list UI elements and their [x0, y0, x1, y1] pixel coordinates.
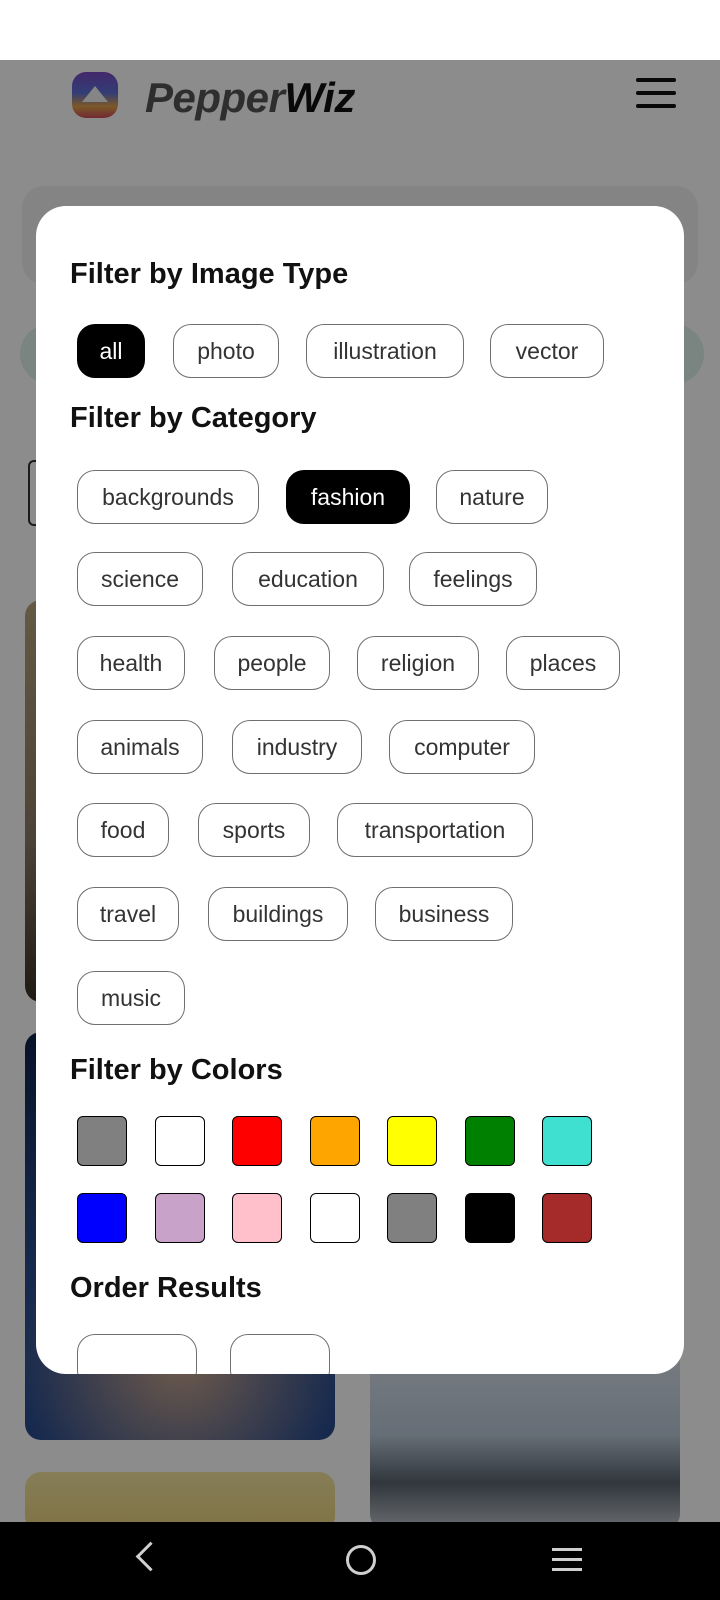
chip-category-nature[interactable]: nature [436, 470, 548, 524]
color-swatch[interactable] [232, 1116, 282, 1166]
chip-category-places[interactable]: places [506, 636, 620, 690]
color-swatch[interactable] [154, 1193, 205, 1243]
chip-category-transportation[interactable]: transportation [337, 803, 533, 857]
chip-category-travel[interactable]: travel [77, 887, 179, 941]
color-swatch[interactable] [464, 1193, 515, 1243]
chip-image-type-photo[interactable]: photo [173, 324, 279, 378]
back-icon[interactable] [135, 1541, 166, 1572]
color-swatch[interactable] [464, 1116, 515, 1166]
chip-category-food[interactable]: food [77, 803, 169, 857]
color-swatch[interactable] [77, 1116, 127, 1166]
chip-category-music[interactable]: music [77, 971, 185, 1025]
system-navigation-bar [0, 1522, 720, 1600]
color-swatch[interactable] [77, 1193, 127, 1243]
filter-modal: Filter by Image Type all photo illustrat… [36, 206, 684, 1374]
status-bar [0, 0, 720, 60]
category-title: Filter by Category [70, 402, 317, 434]
colors-title: Filter by Colors [70, 1054, 283, 1086]
chip-category-business[interactable]: business [375, 887, 513, 941]
color-swatch[interactable] [387, 1193, 437, 1243]
color-swatch[interactable] [309, 1116, 360, 1166]
chip-image-type-illustration[interactable]: illustration [306, 324, 464, 378]
chip-category-health[interactable]: health [77, 636, 185, 690]
chip-category-education[interactable]: education [232, 552, 384, 606]
chip-category-religion[interactable]: religion [357, 636, 479, 690]
chip-category-computer[interactable]: computer [389, 720, 535, 774]
color-swatch[interactable] [542, 1116, 592, 1166]
chip-category-backgrounds[interactable]: backgrounds [77, 470, 259, 524]
chip-category-industry[interactable]: industry [232, 720, 362, 774]
order-title: Order Results [70, 1272, 262, 1304]
chip-image-type-vector[interactable]: vector [490, 324, 604, 378]
color-swatch[interactable] [542, 1193, 592, 1243]
chip-category-sports[interactable]: sports [198, 803, 310, 857]
recent-apps-icon[interactable] [552, 1548, 582, 1578]
chip-category-people[interactable]: people [214, 636, 330, 690]
chip-category-buildings[interactable]: buildings [208, 887, 348, 941]
chip-image-type-all[interactable]: all [77, 324, 145, 378]
order-option-chip[interactable] [77, 1334, 197, 1374]
color-swatch[interactable] [232, 1193, 282, 1243]
home-icon[interactable] [346, 1545, 376, 1575]
order-option-chip[interactable] [230, 1334, 330, 1374]
color-swatch[interactable] [387, 1116, 437, 1166]
color-swatch[interactable] [154, 1116, 205, 1166]
chip-category-animals[interactable]: animals [77, 720, 203, 774]
chip-category-fashion[interactable]: fashion [286, 470, 410, 524]
chip-category-feelings[interactable]: feelings [409, 552, 537, 606]
image-type-title: Filter by Image Type [70, 258, 349, 290]
chip-category-science[interactable]: science [77, 552, 203, 606]
color-swatch[interactable] [309, 1193, 360, 1243]
